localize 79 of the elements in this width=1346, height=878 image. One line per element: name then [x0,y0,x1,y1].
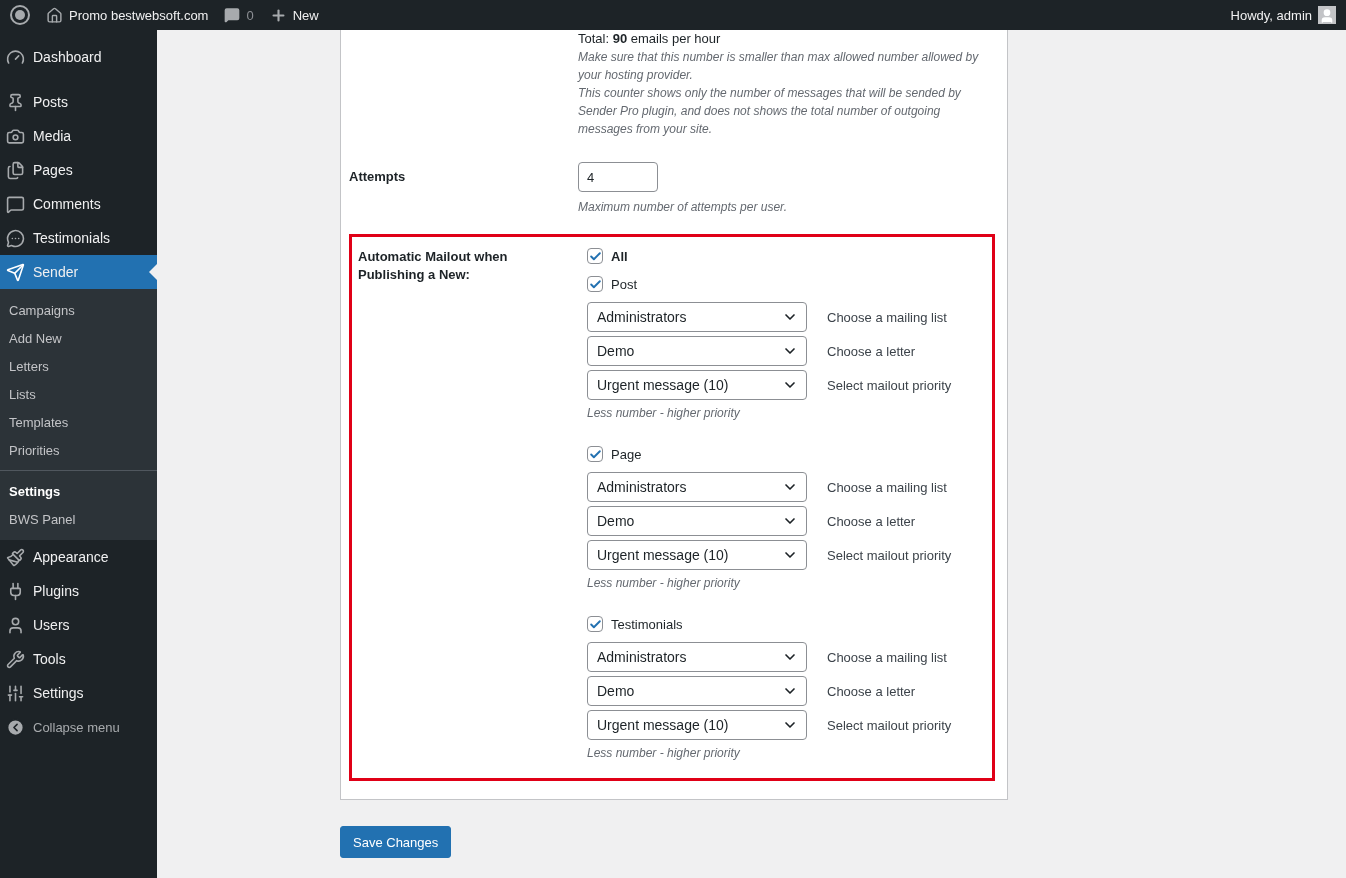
submenu-item[interactable]: Priorities [0,436,157,464]
attempts-input[interactable]: 4 [578,162,658,192]
dropdown[interactable]: Administrators [587,472,807,502]
checkbox-label: Page [611,446,642,462]
sliders-icon [6,683,25,703]
dropdown-hint: Choose a mailing list [827,649,947,665]
menu-item[interactable]: Sender [0,255,157,289]
field-label: Automatic Mailout when Publishing a New: [358,248,509,284]
field-description: Less number - higher priority [587,405,741,422]
menu-item[interactable]: Pages [0,153,157,187]
gauge-icon [6,47,25,67]
dropdown[interactable]: Administrators [587,302,807,332]
comment-count[interactable]: 0 [246,7,254,23]
house-icon [46,6,63,24]
total-text: Total: 90 emails per hour [578,30,722,48]
collapse-menu[interactable]: Collapse menu [0,710,157,744]
checkbox[interactable] [587,276,603,292]
speech-bubble-icon [6,194,25,214]
person-icon [6,615,25,635]
dropdown[interactable]: Demo [587,676,807,706]
menu-item[interactable]: Media [0,119,157,153]
menu-item[interactable]: Plugins [0,574,157,608]
site-link[interactable]: Promo bestwebsoft.com [69,7,209,23]
new-link[interactable]: New [292,7,319,23]
dropdown[interactable]: Demo [587,336,807,366]
checkbox[interactable] [587,616,603,632]
checkbox-label: Testimonials [611,616,683,632]
submenu-item[interactable]: BWS Panel [0,505,157,533]
documents-icon [6,160,25,180]
paper-plane-icon [6,262,25,282]
field-description: Maximum number of attempts per user. [578,199,788,216]
menu-item[interactable]: Testimonials [0,221,157,255]
submenu-item[interactable]: Templates [0,408,157,436]
menu-item[interactable]: Comments [0,187,157,221]
dropdown[interactable]: Administrators [587,642,807,672]
dropdown-hint: Choose a letter [827,513,916,529]
chat-bubble-icon [6,228,25,248]
dropdown-hint: Select mailout priority [827,377,952,393]
submenu-item[interactable]: Campaigns [0,296,157,324]
menu-item[interactable]: Settings [0,676,157,710]
field-description: Less number - higher priority [587,575,741,592]
wrench-icon [6,649,25,669]
dropdown-hint: Choose a letter [827,683,916,699]
checkbox-label: Post [611,276,637,292]
menu-item[interactable]: Dashboard [0,40,157,74]
menu-item[interactable]: Appearance [0,540,157,574]
dropdown-hint: Select mailout priority [827,717,952,733]
note-text: Make sure that this number is smaller than max allowed number allowed by your hosting provider. [578,49,980,84]
note-text: This counter shows only the number of messages that will be sended by Sender Pro plugin, and does not shows the total number of outgoing messages from your site. [578,85,962,138]
submenu-item[interactable]: Settings [0,470,157,505]
menu-item[interactable]: Users [0,608,157,642]
field-description: Less number - higher priority [587,745,741,762]
dropdown[interactable]: Demo [587,506,807,536]
menu-item[interactable]: Posts [0,85,157,119]
avatar-icon [1318,6,1336,24]
checkbox-label: All [611,248,628,264]
dropdown-hint: Select mailout priority [827,547,952,563]
greeting[interactable]: Howdy, admin [1230,7,1312,23]
plus-icon [269,6,287,24]
camera-icon [6,126,25,146]
comment-icon [224,7,241,23]
menu-item[interactable]: Tools [0,642,157,676]
collapse-icon[interactable] [6,717,25,737]
submenu-item[interactable]: Add New [0,324,157,352]
submenu-item[interactable]: Lists [0,380,157,408]
pushpin-icon [6,92,25,112]
dropdown-hint: Choose a mailing list [827,309,947,325]
save-button[interactable]: Save Changes [340,826,452,858]
dropdown[interactable]: Urgent message (10) [587,370,807,400]
dropdown[interactable]: Urgent message (10) [587,710,807,740]
dropdown-hint: Choose a letter [827,343,916,359]
checkbox[interactable] [587,446,603,462]
paintbrush-icon [6,547,25,567]
dropdown[interactable]: Urgent message (10) [587,540,807,570]
dropdown-hint: Choose a mailing list [827,479,947,495]
checkbox[interactable] [587,248,603,264]
logo-icon[interactable] [10,5,30,25]
field-label: Attempts [349,168,407,186]
submenu-item[interactable]: Letters [0,352,157,380]
